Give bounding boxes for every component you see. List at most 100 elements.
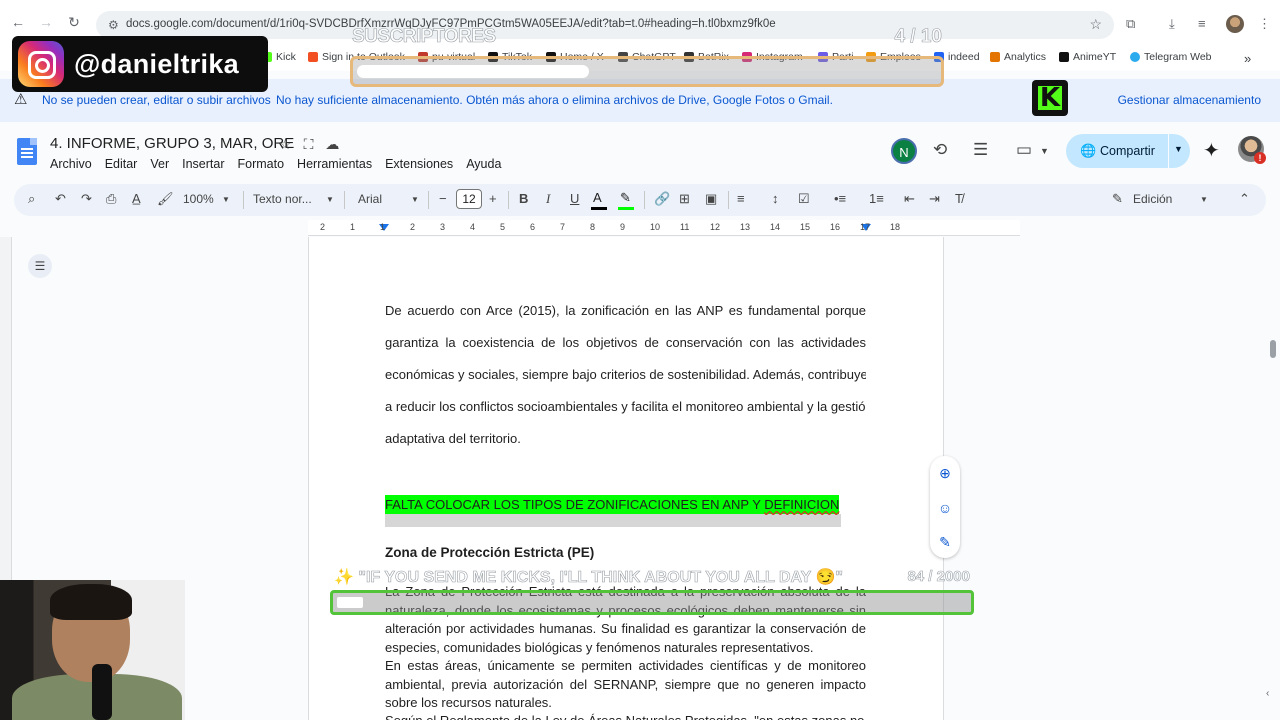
download-icon[interactable]: ⤓	[1169, 16, 1175, 32]
section-heading[interactable]: Zona de Protección Estricta (PE)	[385, 545, 594, 560]
share-caret-icon[interactable]: ▼	[1174, 144, 1183, 154]
back-icon[interactable]: ←	[10, 14, 26, 30]
text-color-icon[interactable]: A	[591, 190, 607, 210]
horizontal-ruler[interactable]: 2 1 1 2 3 4 5 6 7 8 9 10 11 12 13 14 15 16 17 18	[308, 220, 1020, 236]
font-select[interactable]: Arial	[358, 192, 382, 206]
decrease-indent-icon[interactable]: ⇤	[904, 191, 915, 207]
menu-editar[interactable]: Editar	[105, 157, 138, 171]
edit-mode-icon[interactable]: ✎	[1112, 191, 1123, 207]
emoji-reaction-icon[interactable]: ☺	[936, 499, 954, 517]
instagram-logo-icon	[18, 41, 64, 87]
comments-icon[interactable]: ☰	[973, 140, 988, 160]
subscribers-title: SUSCRIPTORES	[352, 26, 497, 48]
document-outline-icon[interactable]: ☰	[28, 254, 52, 278]
paint-format-icon[interactable]: 🖌	[157, 191, 174, 207]
menu-formato[interactable]: Formato	[238, 157, 285, 171]
collaborator-avatar[interactable]: N	[891, 138, 917, 164]
ruler-number: 13	[740, 222, 751, 232]
menu-insertar[interactable]: Insertar	[182, 157, 224, 171]
bookmark-star-icon[interactable]: ☆	[1089, 16, 1102, 33]
menu-herramientas[interactable]: Herramientas	[297, 157, 372, 171]
paragraph-actividades[interactable]: En estas áreas, únicamente se permiten a…	[385, 657, 866, 713]
meet-icon[interactable]: ▭	[1016, 140, 1032, 160]
line-spacing-icon[interactable]: ↕	[772, 191, 779, 206]
extensions-icon[interactable]: ⧉	[1126, 16, 1135, 32]
italic-icon[interactable]: I	[546, 191, 550, 207]
ruler-number: 11	[680, 222, 690, 232]
paragraph-line: adaptativa del territorio.	[385, 431, 521, 446]
menu-ver[interactable]: Ver	[150, 157, 169, 171]
cloud-status-icon[interactable]: ☁	[325, 136, 339, 153]
site-info-icon[interactable]: ⚙	[108, 18, 119, 32]
style-caret-icon[interactable]: ▼	[326, 195, 334, 204]
paragraph-line: especies, comunidades biológicas y fenóm…	[385, 639, 814, 655]
history-icon[interactable]: ⟲	[933, 140, 947, 160]
media-icon[interactable]: ≡	[1198, 16, 1206, 31]
decrease-font-size-icon[interactable]: −	[439, 191, 447, 206]
font-size-input[interactable]: 12	[456, 189, 482, 209]
ruler-number: 16	[830, 222, 841, 232]
misspelled-word[interactable]: DEFINICION	[764, 497, 839, 512]
star-icon[interactable]: ☆	[279, 136, 292, 153]
paragraph-reglamento[interactable]: Según el Reglamento de la Ley de Áreas N…	[385, 712, 866, 720]
undo-icon[interactable]: ↶	[55, 191, 66, 207]
bulleted-list-icon[interactable]: •≡	[834, 191, 846, 206]
underline-icon[interactable]: U	[570, 191, 579, 206]
share-button[interactable]: 🌐 Compartir ▼	[1066, 134, 1190, 168]
move-folder-icon[interactable]: ⛶	[304, 136, 314, 153]
spellcheck-icon[interactable]: A̲	[132, 191, 141, 206]
toolbar-divider	[243, 191, 244, 209]
align-icon[interactable]: ≡	[737, 191, 745, 206]
bold-icon[interactable]: B	[519, 191, 528, 206]
menu-extensiones[interactable]: Extensiones	[385, 157, 453, 171]
add-comment-icon[interactable]: ⊞	[679, 191, 690, 207]
redo-icon[interactable]: ↷	[81, 191, 92, 207]
forward-icon[interactable]: →	[38, 14, 54, 30]
clear-formatting-icon[interactable]: T̸	[955, 191, 963, 206]
increase-indent-icon[interactable]: ⇥	[929, 191, 940, 207]
browser-profile-avatar[interactable]	[1226, 15, 1244, 33]
menu-ayuda[interactable]: Ayuda	[466, 157, 501, 171]
paragraph-zonificacion[interactable]: De acuerdo con Arce (2015), la zonificac…	[385, 295, 866, 455]
share-label: Compartir	[1100, 144, 1155, 158]
warning-text: No hay suficiente almacenamiento. Obtén …	[276, 93, 833, 107]
bookmark-telegram[interactable]: Telegram Web	[1130, 51, 1212, 63]
more-bookmarks-icon[interactable]: »	[1244, 51, 1251, 66]
mode-caret-icon[interactable]: ▼	[1200, 195, 1208, 204]
reload-icon[interactable]: ↻	[66, 14, 82, 30]
document-title[interactable]: 4. INFORME, GRUPO 3, MAR, ORE	[50, 135, 294, 152]
browser-menu-icon[interactable]: ⋮	[1258, 16, 1271, 32]
insert-image-icon[interactable]: ▣	[705, 191, 717, 207]
bookmark-animeyt[interactable]: AnimeYT	[1059, 51, 1116, 63]
gemini-icon[interactable]: ✦	[1203, 138, 1220, 163]
insert-link-icon[interactable]: 🔗	[654, 191, 670, 207]
add-comment-icon[interactable]: ⊕	[936, 464, 954, 482]
font-caret-icon[interactable]: ▼	[411, 195, 419, 204]
menu-bar: Archivo Editar Ver Insertar Formato Herr…	[50, 157, 501, 171]
bookmark-analytics[interactable]: Analytics	[990, 51, 1046, 63]
menu-archivo[interactable]: Archivo	[50, 157, 92, 171]
microphone	[92, 664, 112, 720]
scroll-arrow-icon[interactable]: ‹	[1266, 688, 1269, 699]
search-menus-icon[interactable]: ⌕	[28, 191, 35, 207]
suggest-edits-icon[interactable]: ✎	[936, 533, 954, 551]
analytics-icon	[990, 52, 1000, 62]
edit-mode-select[interactable]: Edición	[1133, 192, 1172, 206]
highlight-color-icon[interactable]: ✎	[618, 190, 634, 210]
checklist-icon[interactable]: ☑	[798, 191, 810, 207]
docs-logo-icon[interactable]	[17, 138, 37, 165]
collapse-toolbar-icon[interactable]: ⌃	[1239, 191, 1250, 207]
increase-font-size-icon[interactable]: +	[489, 191, 497, 206]
numbered-list-icon[interactable]: 1≡	[869, 191, 884, 206]
paragraph-style-select[interactable]: Texto nor...	[253, 192, 312, 206]
ruler-number: 1	[350, 222, 356, 232]
print-icon[interactable]: ⎙	[106, 191, 116, 207]
paragraph-line: De acuerdo con Arce (2015), la zonificac…	[385, 303, 866, 318]
meet-caret-icon[interactable]: ▼	[1040, 146, 1049, 156]
zoom-select[interactable]: 100%	[183, 192, 214, 206]
scrollbar-thumb[interactable]	[1270, 340, 1276, 358]
manage-storage-link[interactable]: Gestionar almacenamiento	[1118, 93, 1261, 107]
zoom-caret-icon[interactable]: ▼	[222, 195, 230, 204]
highlighted-note[interactable]: FALTA COLOCAR LOS TIPOS DE ZONIFICACIONE…	[385, 495, 840, 514]
globe-icon: 🌐	[1080, 143, 1097, 158]
